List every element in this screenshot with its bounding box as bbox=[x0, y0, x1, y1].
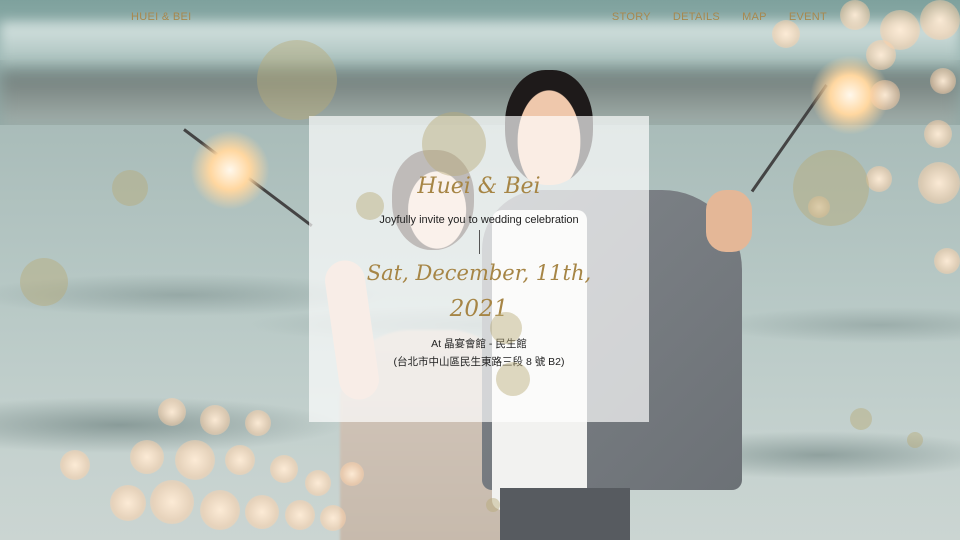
bokeh-light-icon bbox=[200, 405, 230, 435]
venue-address: (台北市中山區民生東路三段 8 號 B2) bbox=[393, 356, 565, 368]
nav-menu: STORY DETAILS MAP EVENT bbox=[612, 11, 827, 23]
couple-names: Huei & Bei bbox=[417, 174, 541, 199]
bokeh-light-icon bbox=[175, 440, 215, 480]
venue-name: At 晶宴會館 - 民生館 bbox=[431, 338, 527, 350]
bokeh-light-icon bbox=[245, 495, 279, 529]
nav-link-map[interactable]: MAP bbox=[742, 11, 767, 23]
bokeh-light-icon bbox=[110, 485, 146, 521]
bokeh-light-icon bbox=[870, 80, 900, 110]
bokeh-light-icon bbox=[918, 162, 960, 204]
groom-pants bbox=[500, 488, 630, 540]
invitation-card: Huei & Bei Joyfully invite you to weddin… bbox=[309, 116, 649, 422]
bokeh-light-icon bbox=[305, 470, 331, 496]
bokeh-light-icon bbox=[850, 408, 872, 430]
bokeh-light-icon bbox=[930, 68, 956, 94]
top-navigation: HUEI & BEI STORY DETAILS MAP EVENT bbox=[0, 0, 960, 36]
nav-link-story[interactable]: STORY bbox=[612, 11, 651, 23]
bokeh-light-icon bbox=[257, 40, 337, 120]
brand-logo-link[interactable]: HUEI & BEI bbox=[131, 11, 191, 23]
bokeh-light-icon bbox=[340, 462, 364, 486]
bokeh-light-icon bbox=[285, 500, 315, 530]
bokeh-light-icon bbox=[245, 410, 271, 436]
groom-hand bbox=[706, 190, 752, 252]
bokeh-light-icon bbox=[793, 150, 869, 226]
bokeh-light-icon bbox=[158, 398, 186, 426]
bokeh-light-icon bbox=[270, 455, 298, 483]
bokeh-light-icon bbox=[112, 170, 148, 206]
invitation-tagline: Joyfully invite you to wedding celebrati… bbox=[379, 214, 579, 226]
bokeh-light-icon bbox=[866, 40, 896, 70]
bokeh-light-icon bbox=[150, 480, 194, 524]
sparkler-flame-left bbox=[190, 130, 270, 210]
bokeh-light-icon bbox=[924, 120, 952, 148]
wedding-date: Sat, December, 11th, bbox=[366, 261, 592, 285]
vertical-divider bbox=[479, 230, 480, 254]
bokeh-light-icon bbox=[130, 440, 164, 474]
bokeh-light-icon bbox=[320, 505, 346, 531]
wedding-year: 2021 bbox=[449, 296, 509, 322]
bokeh-light-icon bbox=[225, 445, 255, 475]
nav-link-event[interactable]: EVENT bbox=[789, 11, 827, 23]
bokeh-light-icon bbox=[866, 166, 892, 192]
bokeh-light-icon bbox=[907, 432, 923, 448]
bokeh-light-icon bbox=[20, 258, 68, 306]
nav-link-details[interactable]: DETAILS bbox=[673, 11, 720, 23]
bokeh-light-icon bbox=[60, 450, 90, 480]
bokeh-light-icon bbox=[200, 490, 240, 530]
bokeh-light-icon bbox=[934, 248, 960, 274]
